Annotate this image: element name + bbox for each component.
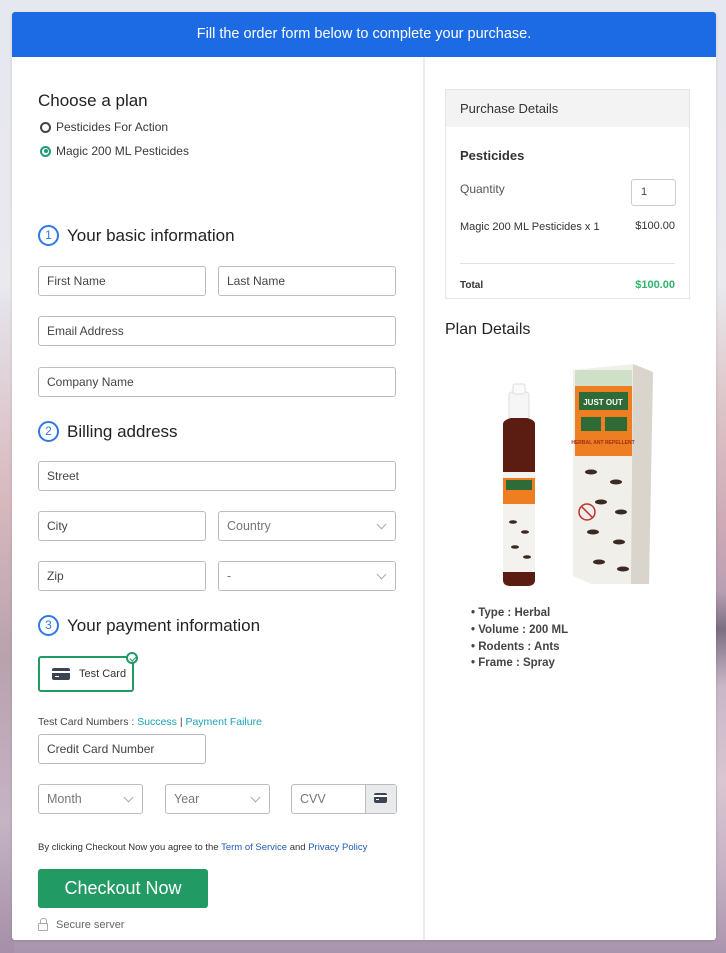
line-item-name: Magic 200 ML Pesticides x 1 bbox=[460, 221, 600, 233]
plan-details-title: Plan Details bbox=[445, 321, 531, 338]
product-image: JUST OUT HERBAL ANT REPELLENT bbox=[503, 364, 653, 586]
feature-item: Volume : 200 ML bbox=[471, 622, 568, 639]
feature-item: Rodents : Ants bbox=[471, 639, 568, 656]
svg-text:JUST OUT: JUST OUT bbox=[583, 398, 623, 407]
billing-heading: 2 Billing address bbox=[38, 421, 178, 442]
country-select[interactable]: Country bbox=[218, 511, 396, 541]
year-select-value: Year bbox=[174, 792, 200, 806]
credit-card-icon bbox=[374, 793, 387, 803]
link-separator: | bbox=[179, 716, 183, 728]
header-banner: Fill the order form below to complete yo… bbox=[12, 12, 716, 57]
secure-server-note: Secure server bbox=[38, 918, 125, 931]
step-number-icon: 3 bbox=[38, 615, 59, 636]
svg-text:HERBAL ANT REPELLENT: HERBAL ANT REPELLENT bbox=[571, 440, 634, 446]
checkout-card: Fill the order form below to complete yo… bbox=[12, 12, 716, 940]
step-number-icon: 2 bbox=[38, 421, 59, 442]
checkout-now-button[interactable]: Checkout Now bbox=[38, 869, 208, 908]
credit-card-icon bbox=[52, 668, 70, 680]
country-select-value: Country bbox=[227, 519, 271, 533]
section-title: Billing address bbox=[67, 421, 178, 441]
cvv-placeholder: CVV bbox=[300, 792, 326, 806]
state-select-value: - bbox=[227, 569, 232, 583]
summary-divider bbox=[460, 263, 675, 264]
year-select[interactable]: Year bbox=[165, 784, 270, 814]
payment-failure-link[interactable]: Payment Failure bbox=[185, 716, 261, 728]
success-link[interactable]: Success bbox=[137, 716, 177, 728]
order-form: Choose a plan Pesticides For Action Magi… bbox=[12, 57, 423, 940]
secure-server-label: Secure server bbox=[56, 919, 125, 931]
zip-input[interactable]: Zip bbox=[38, 561, 206, 591]
month-select-value: Month bbox=[47, 792, 82, 806]
step-number-icon: 1 bbox=[38, 225, 59, 246]
purchase-details-box: Purchase Details Pesticides Quantity 1 M… bbox=[445, 89, 690, 299]
product-name: Pesticides bbox=[460, 148, 525, 163]
purchase-details-title: Purchase Details bbox=[446, 90, 689, 127]
company-input[interactable]: Company Name bbox=[38, 367, 396, 397]
first-name-input[interactable]: First Name bbox=[38, 266, 206, 296]
payment-method-label: Test Card bbox=[79, 668, 127, 680]
quantity-label: Quantity bbox=[460, 182, 505, 196]
cvv-input[interactable]: CVV bbox=[291, 784, 397, 814]
plan-features-list: Type : Herbal Volume : 200 ML Rodents : … bbox=[471, 605, 568, 672]
payment-method-test-card[interactable]: Test Card bbox=[38, 652, 138, 692]
radio-unchecked-icon[interactable] bbox=[40, 121, 51, 133]
radio-checked-icon[interactable] bbox=[40, 145, 51, 157]
credit-card-number-input[interactable]: Credit Card Number bbox=[38, 734, 206, 764]
month-select[interactable]: Month bbox=[38, 784, 143, 814]
payment-heading: 3 Your payment information bbox=[38, 615, 260, 636]
plan-option-label: Pesticides For Action bbox=[56, 120, 169, 134]
total-value: $100.00 bbox=[635, 279, 675, 291]
feature-item: Frame : Spray bbox=[471, 655, 568, 672]
last-name-input[interactable]: Last Name bbox=[218, 266, 396, 296]
quantity-input[interactable]: 1 bbox=[631, 179, 676, 206]
basic-info-heading: 1 Your basic information bbox=[38, 225, 235, 246]
total-label: Total bbox=[460, 280, 484, 291]
plan-option-pesticides-for-action[interactable]: Pesticides For Action bbox=[40, 120, 168, 134]
order-summary: Purchase Details Pesticides Quantity 1 M… bbox=[425, 57, 716, 940]
chevron-down-icon bbox=[376, 519, 387, 530]
terms-of-service-link[interactable]: Term of Service bbox=[221, 842, 287, 853]
terms-text: By clicking Checkout Now you agree to th… bbox=[38, 842, 219, 853]
city-input[interactable]: City bbox=[38, 511, 206, 541]
check-circle-icon bbox=[126, 652, 138, 664]
lock-icon bbox=[38, 918, 48, 931]
cvv-help-button[interactable] bbox=[365, 785, 396, 813]
terms-notice: By clicking Checkout Now you agree to th… bbox=[38, 842, 367, 853]
plan-option-label: Magic 200 ML Pesticides bbox=[56, 144, 189, 158]
privacy-policy-link[interactable]: Privacy Policy bbox=[308, 842, 367, 853]
line-item-price: $100.00 bbox=[635, 220, 675, 232]
section-title: Your basic information bbox=[67, 225, 235, 245]
terms-and: and bbox=[289, 842, 306, 853]
chevron-down-icon bbox=[250, 792, 261, 803]
test-numbers-label: Test Card Numbers : bbox=[38, 716, 135, 728]
street-input[interactable]: Street bbox=[38, 461, 396, 491]
section-title: Your payment information bbox=[67, 615, 261, 635]
feature-item: Type : Herbal bbox=[471, 605, 568, 622]
chevron-down-icon bbox=[376, 569, 387, 580]
choose-plan-heading: Choose a plan bbox=[38, 91, 148, 110]
test-card-numbers: Test Card Numbers : Success | Payment Fa… bbox=[38, 716, 262, 728]
state-select[interactable]: - bbox=[218, 561, 396, 591]
email-input[interactable]: Email Address bbox=[38, 316, 396, 346]
chevron-down-icon bbox=[123, 792, 134, 803]
plan-option-magic-200ml[interactable]: Magic 200 ML Pesticides bbox=[40, 144, 189, 158]
